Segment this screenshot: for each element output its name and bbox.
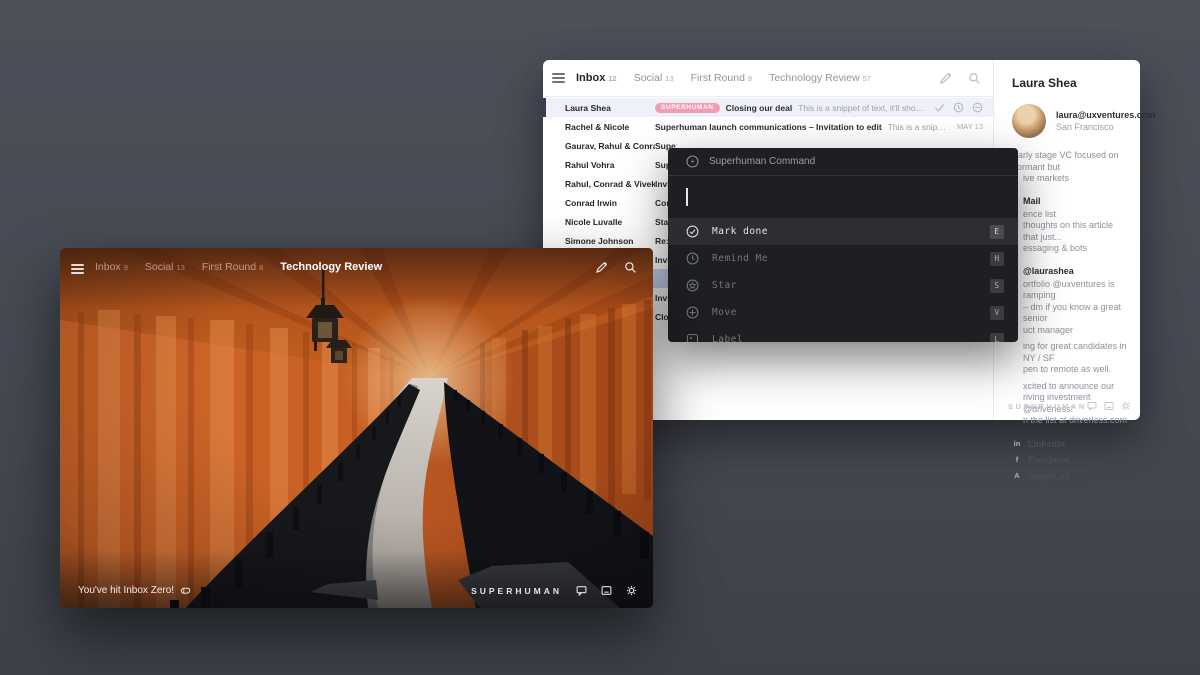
- shortcut-key: E: [990, 224, 1004, 239]
- star-circle-icon: [686, 279, 699, 292]
- mail-thread[interactable]: thoughts on this article that just...: [1023, 220, 1128, 243]
- palette-input[interactable]: [668, 176, 1018, 218]
- command-icon: [686, 155, 699, 168]
- shortcuts-icon[interactable]: [1104, 401, 1114, 411]
- settings-icon[interactable]: [626, 585, 637, 596]
- superhuman-logo: SUPERHUMAN: [1008, 401, 1087, 411]
- shortcut-key: H: [990, 251, 1004, 266]
- angellist-link[interactable]: A AngelList: [1012, 471, 1128, 481]
- email-row[interactable]: Rachel & Nicole Superhuman launch commun…: [543, 117, 993, 136]
- tab-inbox[interactable]: Inbox 9: [95, 261, 128, 273]
- mail-thread[interactable]: ence list: [1023, 209, 1128, 221]
- twitter-handle[interactable]: @laurashea: [1023, 266, 1128, 276]
- contact-location: San Francisco: [1056, 122, 1114, 132]
- fist-icon: [180, 585, 191, 596]
- tab-technology-review[interactable]: Technology Review: [280, 261, 382, 273]
- contact-bio: ive markets: [1023, 173, 1070, 183]
- tab-first-round[interactable]: First Round 8: [202, 261, 263, 273]
- feedback-icon[interactable]: [1087, 401, 1097, 411]
- tweet-line: ortfolio @uxventures is ramping: [1023, 278, 1115, 301]
- tab-social[interactable]: Social 13: [145, 261, 185, 273]
- inbox-zero-status: You've hit Inbox Zero!: [78, 585, 175, 596]
- contact-name: Laura Shea: [1012, 76, 1077, 90]
- label-badge: SUPERHUMAN: [655, 102, 720, 113]
- tag-icon: [686, 333, 699, 342]
- search-icon[interactable]: [968, 72, 981, 85]
- inbox-zero-window: Inbox 9 Social 13 First Round 8 Technology …: [60, 248, 653, 608]
- command-star[interactable]: Star S: [668, 272, 1018, 299]
- facebook-icon: f: [1015, 455, 1019, 464]
- tab-technology-review[interactable]: Technology Review 57: [769, 72, 871, 84]
- avatar: [1012, 104, 1046, 138]
- shortcut-key: L: [990, 332, 1004, 342]
- tweet-line: ing for great candidates in NY / SF: [1023, 341, 1127, 363]
- email-date: MAY 13: [957, 122, 983, 131]
- mail-section-title: Mail: [1023, 195, 1041, 206]
- menu-icon[interactable]: [71, 264, 84, 274]
- tweet-line: xcited to announce our: [1023, 380, 1115, 391]
- mail-thread[interactable]: essaging & bots: [1023, 243, 1128, 255]
- shortcut-key: V: [990, 305, 1004, 320]
- tweet-line: n the list at driverless.com: [1023, 415, 1128, 425]
- clock-circle-icon: [686, 252, 699, 265]
- tab-social[interactable]: Social 13: [634, 72, 674, 84]
- shortcuts-icon[interactable]: [601, 585, 612, 596]
- compose-icon[interactable]: [939, 72, 952, 85]
- inbox-header: Inbox 12 Social 13 First Round 8 Technology…: [543, 60, 993, 97]
- tab-inbox[interactable]: Inbox 12: [576, 72, 617, 84]
- palette-title: Superhuman Command: [709, 156, 816, 167]
- menu-icon[interactable]: [552, 73, 565, 83]
- inbox-zero-footer: You've hit Inbox Zero! SUPERHUMAN: [60, 550, 653, 608]
- check-circle-icon: [686, 225, 699, 238]
- split-inbox-tabs: Inbox 9 Social 13 First Round 8 Technology …: [95, 261, 595, 273]
- mark-done-icon[interactable]: [934, 102, 945, 113]
- split-inbox-tabs: Inbox 12 Social 13 First Round 8 Technology…: [576, 72, 939, 84]
- linkedin-link[interactable]: in LinkedIn: [1012, 439, 1128, 449]
- shortcut-key: S: [990, 278, 1004, 293]
- settings-icon[interactable]: [1121, 401, 1131, 411]
- inbox-zero-header: Inbox 9 Social 13 First Round 8 Technology …: [60, 248, 653, 310]
- tweet-line: – dm if you know a great senior: [1023, 301, 1122, 324]
- remind-icon[interactable]: [953, 102, 964, 113]
- feedback-icon[interactable]: [576, 585, 587, 596]
- angellist-icon: A: [1014, 471, 1020, 480]
- facebook-link[interactable]: f Facebook: [1012, 455, 1128, 465]
- superhuman-logo: SUPERHUMAN: [471, 585, 562, 596]
- tweet-line: uct manager: [1023, 324, 1074, 335]
- search-icon[interactable]: [624, 261, 637, 274]
- email-row[interactable]: Laura Shea SUPERHUMAN Closing our deal T…: [543, 98, 993, 117]
- tab-first-round[interactable]: First Round 8: [691, 72, 752, 84]
- label-icon[interactable]: [972, 102, 983, 113]
- move-circle-icon: [686, 306, 699, 319]
- tweet-line: pen to remote as well.: [1023, 364, 1112, 374]
- command-label[interactable]: Label L: [668, 326, 1018, 342]
- linkedin-icon: in: [1013, 439, 1021, 448]
- command-move[interactable]: Move V: [668, 299, 1018, 326]
- text-caret: [686, 188, 688, 206]
- contact-bio: Early stage VC focused on dormant but: [1012, 150, 1119, 172]
- command-remind-me[interactable]: Remind Me H: [668, 245, 1018, 272]
- compose-icon[interactable]: [595, 261, 608, 274]
- command-mark-done[interactable]: Mark done E: [668, 218, 1018, 245]
- command-palette: Superhuman Command Mark done E Remind Me…: [668, 148, 1018, 342]
- contact-email[interactable]: laura@uxventures.com: [1056, 110, 1155, 120]
